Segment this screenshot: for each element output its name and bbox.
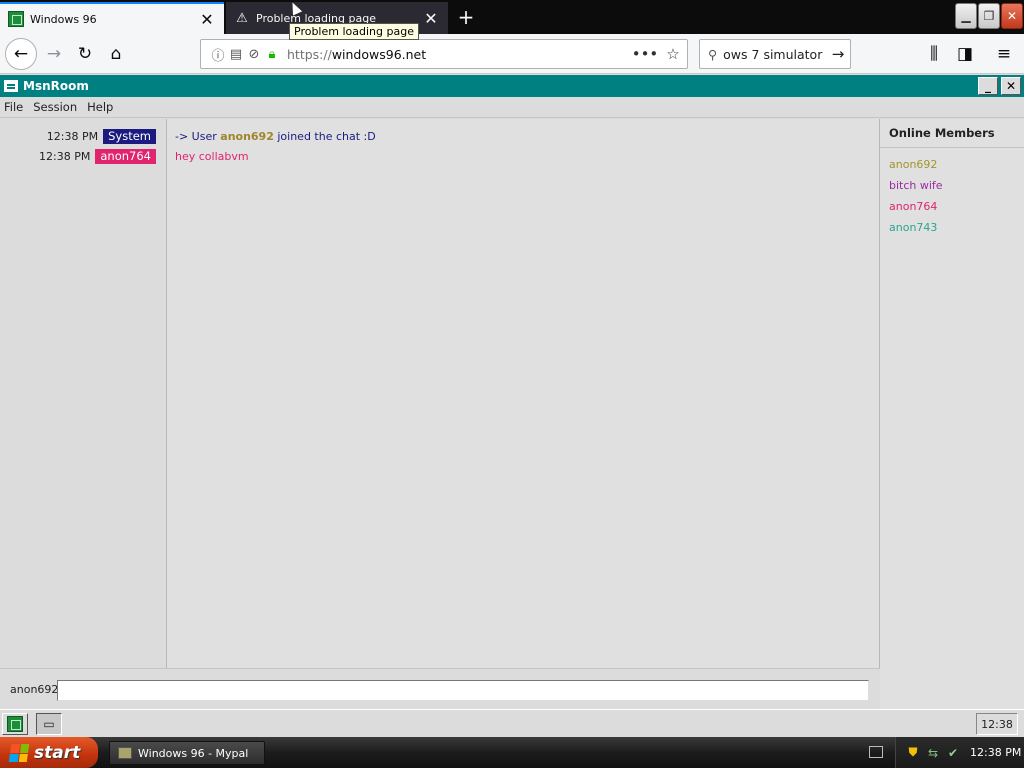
bookmark-star-icon[interactable]: ☆ (659, 45, 687, 63)
members-list: anon692 bitch wife anon764 anon743 (880, 148, 1024, 238)
tab-close-icon[interactable]: ✕ (196, 8, 218, 30)
w96-task-msnroom[interactable]: ▭ (36, 713, 62, 735)
message-text: hey collabvm (175, 149, 249, 163)
search-bar[interactable]: ⚲ ows 7 simulator → (699, 39, 851, 69)
xp-clock: 12:38 PM (970, 746, 1022, 759)
search-input[interactable]: ows 7 simulator (723, 47, 826, 62)
app-minimize-button[interactable]: _ (978, 77, 998, 95)
mypal-icon (118, 747, 132, 759)
chat-bubble-icon: ▭ (43, 717, 55, 731)
reload-button[interactable]: ↻ (71, 40, 99, 68)
xp-start-button[interactable]: start (0, 737, 98, 768)
message-username: anon692 (220, 129, 274, 143)
hamburger-menu-button[interactable]: ≡ (990, 40, 1018, 68)
menu-file[interactable]: File (4, 100, 23, 114)
nick-badge: anon764 (95, 148, 156, 164)
url-text[interactable]: https://windows96.net (287, 47, 631, 62)
library-icon: ⫼ (930, 44, 938, 64)
new-tab-button[interactable]: + (452, 4, 480, 30)
arrow-right-icon: → (46, 44, 62, 64)
autoplay-blocked-icon[interactable]: ⊘ (245, 47, 263, 62)
sidebar-button[interactable]: ◨ (951, 40, 979, 68)
message-suffix: joined the chat :D (273, 129, 376, 143)
app-menubar: File Session Help (0, 97, 1024, 118)
tab-windows96[interactable]: Windows 96 ✕ (0, 2, 224, 34)
search-go-arrow-icon[interactable]: → (826, 45, 850, 63)
tab-title: Windows 96 (30, 12, 97, 26)
member-item[interactable]: anon743 (880, 217, 1024, 238)
tab-tooltip: Problem loading page (289, 23, 419, 40)
windows-flag-icon (8, 743, 30, 762)
search-icon: ⚲ (708, 46, 718, 62)
home-button[interactable]: ⌂ (102, 40, 130, 68)
window-restore-button[interactable]: ❐ (978, 3, 1000, 29)
w96-start-button[interactable] (2, 713, 28, 735)
safely-remove-icon[interactable]: ✔ (946, 746, 960, 760)
member-item[interactable]: anon692 (880, 154, 1024, 175)
library-button[interactable]: ⫼ (920, 40, 948, 68)
lock-icon: 🔒︎ (268, 46, 276, 62)
url-host: windows96.net (331, 46, 427, 62)
message-area[interactable]: -> User anon692 joined the chat :D hey c… (167, 119, 880, 668)
w96-taskbar: ▭ 12:38 (0, 709, 1024, 737)
message-prefix: -> User (175, 129, 221, 143)
tab-close-icon[interactable]: ✕ (420, 7, 442, 29)
message-meta-row: 12:38 PM anon764 (39, 148, 156, 164)
xp-taskbar: start Windows 96 - Mypal ⛊ ⇆ ✔ 12:38 PM (0, 737, 1024, 768)
menu-help[interactable]: Help (87, 100, 113, 114)
permissions-icon[interactable]: ▤ (227, 47, 245, 62)
window-close-button[interactable]: ✕ (1001, 3, 1023, 29)
app-close-button[interactable]: ✕ (1001, 77, 1021, 95)
window-minimize-button[interactable]: ▁ (955, 3, 977, 29)
url-scheme: https:// (287, 46, 332, 62)
app-titlebar[interactable]: MsnRoom (0, 75, 1024, 97)
chat-message-input[interactable] (57, 680, 869, 701)
chat-input-bar: anon692 (0, 668, 880, 709)
forward-button[interactable]: → (40, 40, 68, 68)
w96-clock: 12:38 (976, 713, 1018, 735)
url-bar[interactable]: ⓘ ▤ ⊘ 🔒︎ https://windows96.net ••• ☆ (200, 39, 688, 69)
message-meta-column: 12:38 PM System 12:38 PM anon764 (0, 119, 167, 668)
online-members-panel: Online Members anon692 bitch wife anon76… (880, 119, 1024, 709)
arrow-left-icon: ← (13, 44, 29, 64)
members-heading: Online Members (880, 119, 1024, 148)
sidebar-icon: ◨ (956, 44, 974, 64)
system-tray: ⛊ ⇆ ✔ 12:38 PM (895, 737, 1024, 768)
hamburger-menu-icon: ≡ (996, 44, 1012, 64)
message-time: 12:38 PM (39, 149, 91, 163)
info-icon[interactable]: ⓘ (209, 45, 227, 64)
member-item[interactable]: bitch wife (880, 175, 1024, 196)
nick-badge: System (103, 128, 156, 144)
chat-bubble-icon (4, 80, 18, 92)
task-title: Windows 96 - Mypal (138, 746, 249, 760)
message-time: 12:38 PM (46, 129, 99, 143)
browser-tab-strip: Windows 96 ✕ ⚠ Problem loading page ✕ + … (0, 0, 1024, 34)
windows96-logo-icon (7, 716, 23, 732)
app-title: MsnRoom (23, 79, 89, 93)
back-button[interactable]: ← (5, 38, 37, 70)
menu-session[interactable]: Session (33, 100, 77, 114)
member-item[interactable]: anon764 (880, 196, 1024, 217)
security-shield-icon[interactable]: ⛊ (906, 745, 920, 760)
warning-icon: ⚠ (236, 10, 248, 26)
navigation-toolbar: ← → ↻ ⌂ ⓘ ▤ ⊘ 🔒︎ https://windows96.net •… (0, 34, 1024, 74)
message-text: -> User anon692 joined the chat :D (175, 128, 376, 144)
network-icon[interactable]: ⇆ (926, 746, 940, 760)
page-actions-icon[interactable]: ••• (631, 45, 659, 63)
message-meta-row: 12:38 PM System (47, 128, 156, 144)
keyboard-icon[interactable] (869, 746, 883, 758)
start-label: start (34, 742, 81, 763)
current-user-label: anon692 (10, 683, 59, 696)
windows96-favicon-icon (8, 11, 24, 27)
reload-icon: ↻ (77, 44, 93, 64)
xp-task-button[interactable]: Windows 96 - Mypal (109, 741, 265, 765)
home-icon: ⌂ (110, 44, 122, 64)
